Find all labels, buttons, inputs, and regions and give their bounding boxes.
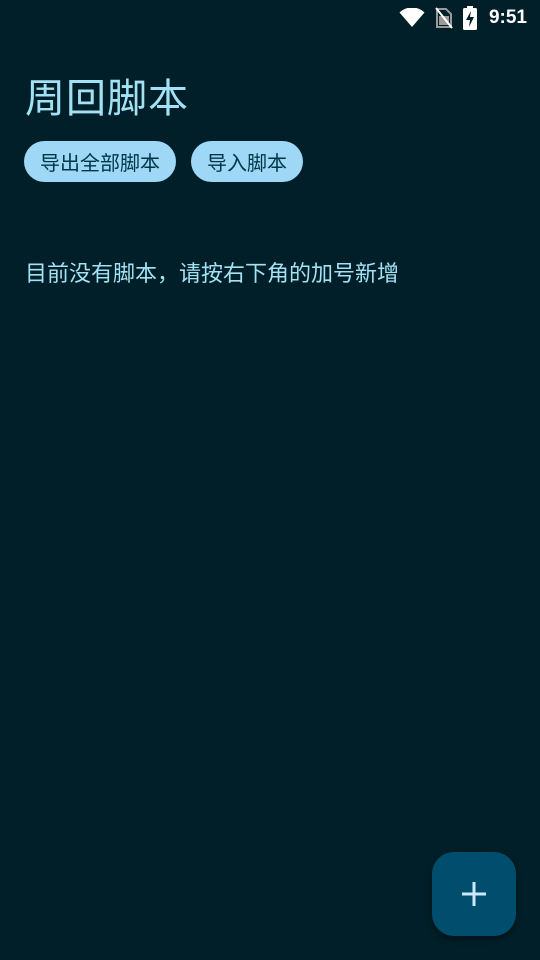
app-screen: 9:51 周回脚本 导出全部脚本 导入脚本 目前没有脚本，请按右下角的加号新增 xyxy=(0,0,540,960)
import-scripts-button[interactable]: 导入脚本 xyxy=(191,141,303,182)
wifi-icon xyxy=(399,8,425,28)
plus-icon xyxy=(461,881,487,907)
export-all-scripts-button[interactable]: 导出全部脚本 xyxy=(24,141,176,182)
status-bar: 9:51 xyxy=(0,0,540,36)
status-time: 9:51 xyxy=(488,7,527,28)
page-title: 周回脚本 xyxy=(25,76,189,122)
add-script-button[interactable] xyxy=(432,852,516,936)
action-chips: 导出全部脚本 导入脚本 xyxy=(24,141,303,182)
no-sim-icon xyxy=(435,7,453,29)
empty-state-message: 目前没有脚本，请按右下角的加号新增 xyxy=(25,262,400,287)
battery-charging-icon xyxy=(462,6,477,30)
